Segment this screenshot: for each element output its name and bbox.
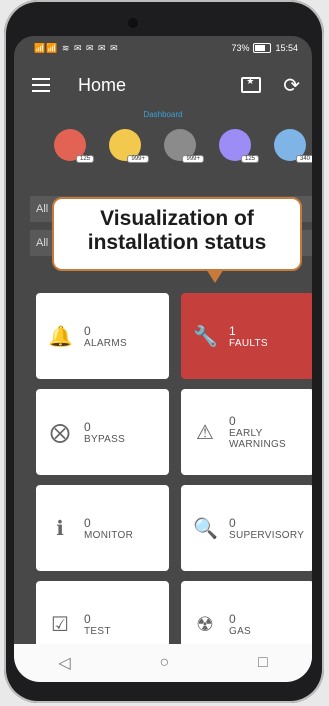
gas-label: GAS [229, 625, 252, 637]
badge-count: 125 [75, 155, 94, 163]
faults-label: FAULTS [229, 337, 268, 349]
faults-card[interactable]: 🔧 1 FAULTS [181, 293, 312, 379]
android-nav-bar: ◁ ○ □ [14, 644, 312, 682]
alarms-card[interactable]: 🔔 0 ALARMS [36, 293, 169, 379]
checklist-icon: ☑ [51, 613, 69, 636]
warning-icon: ⚠ [196, 421, 214, 444]
battery-percent: 73% [231, 43, 250, 53]
monitor-count: 0 [84, 515, 91, 530]
bypass-count: 0 [84, 419, 91, 434]
test-label: TEST [84, 625, 111, 637]
page-title: Home [78, 74, 127, 95]
callout-line-2: installation status [87, 231, 267, 255]
home-circle-icon[interactable]: ○ [159, 654, 169, 672]
bypass-label: BYPASS [84, 433, 126, 445]
early-warnings-count: 0 [229, 414, 236, 428]
refresh-icon[interactable]: ⟳ [283, 73, 300, 98]
camera [128, 18, 138, 28]
early-warnings-label: EARLY WARNINGS [229, 428, 287, 450]
alarms-count: 0 [84, 323, 91, 338]
info-icon: ℹ [56, 517, 64, 540]
back-triangle-icon[interactable]: ◁ [58, 653, 70, 673]
gas-mask-icon: ☢ [196, 613, 214, 636]
test-count: 0 [84, 611, 91, 626]
supervisory-count: 0 [229, 515, 236, 530]
clock: 15:54 [275, 43, 298, 53]
badge-faults[interactable]: 999+ [109, 129, 149, 163]
recent-square-icon[interactable]: □ [258, 654, 268, 672]
badge-count: 999+ [127, 155, 149, 163]
star-folder-icon[interactable] [241, 76, 262, 93]
battery-icon [253, 43, 272, 53]
alarms-label: ALARMS [84, 337, 127, 349]
badge-count: 999+ [182, 155, 204, 163]
tab-dashboard[interactable]: Dashboard [143, 110, 182, 119]
status-grid: 🔔 0 ALARMS 🔧 1 FAULTS ⨂ 0 BYPASS ⚠ 0 EAR… [36, 293, 312, 667]
status-icons: 📶📶 ≋ ✉ ✉ ✉ ✉ [34, 42, 119, 53]
summary-badges: 125 999+ 999+ 125 340 [14, 129, 312, 163]
badge-alarms[interactable]: 125 [54, 129, 94, 163]
monitor-card[interactable]: ℹ 0 MONITOR [36, 485, 169, 571]
badge-count: 125 [240, 155, 259, 163]
faults-count: 1 [229, 323, 236, 338]
gas-count: 0 [229, 611, 236, 626]
supervisory-label: SUPERVISORY [229, 529, 305, 541]
tabs: Dashboard [14, 110, 312, 119]
status-right: 73% 15:54 [231, 43, 298, 53]
supervisory-card[interactable]: 🔍 0 SUPERVISORY [181, 485, 312, 571]
phone-frame: 📶📶 ≋ ✉ ✉ ✉ ✉ 73% 15:54 Home ⟳ Dashboard … [4, 0, 324, 703]
badge-list[interactable]: 999+ [164, 129, 204, 163]
bell-icon: 🔔 [48, 325, 73, 348]
wrench-icon: 🔧 [193, 325, 218, 348]
bypass-icon: ⨂ [50, 421, 70, 444]
app-bar: Home ⟳ [14, 60, 312, 110]
badge-cloud[interactable]: 340 [274, 129, 312, 163]
tooltip-callout: Visualization of installation status [52, 197, 302, 283]
callout-line-1: Visualization of [100, 207, 254, 230]
bypass-card[interactable]: ⨂ 0 BYPASS [36, 389, 169, 475]
badge-count: 340 [295, 155, 312, 163]
menu-icon[interactable] [32, 78, 50, 92]
monitor-label: MONITOR [84, 529, 134, 541]
status-bar: 📶📶 ≋ ✉ ✉ ✉ ✉ 73% 15:54 [14, 36, 312, 60]
badge-announcements[interactable]: 125 [219, 129, 259, 163]
early-warnings-card[interactable]: ⚠ 0 EARLY WARNINGS [181, 389, 312, 475]
app-screen: 📶📶 ≋ ✉ ✉ ✉ ✉ 73% 15:54 Home ⟳ Dashboard … [14, 36, 312, 682]
magnifier-icon: 🔍 [193, 517, 218, 540]
